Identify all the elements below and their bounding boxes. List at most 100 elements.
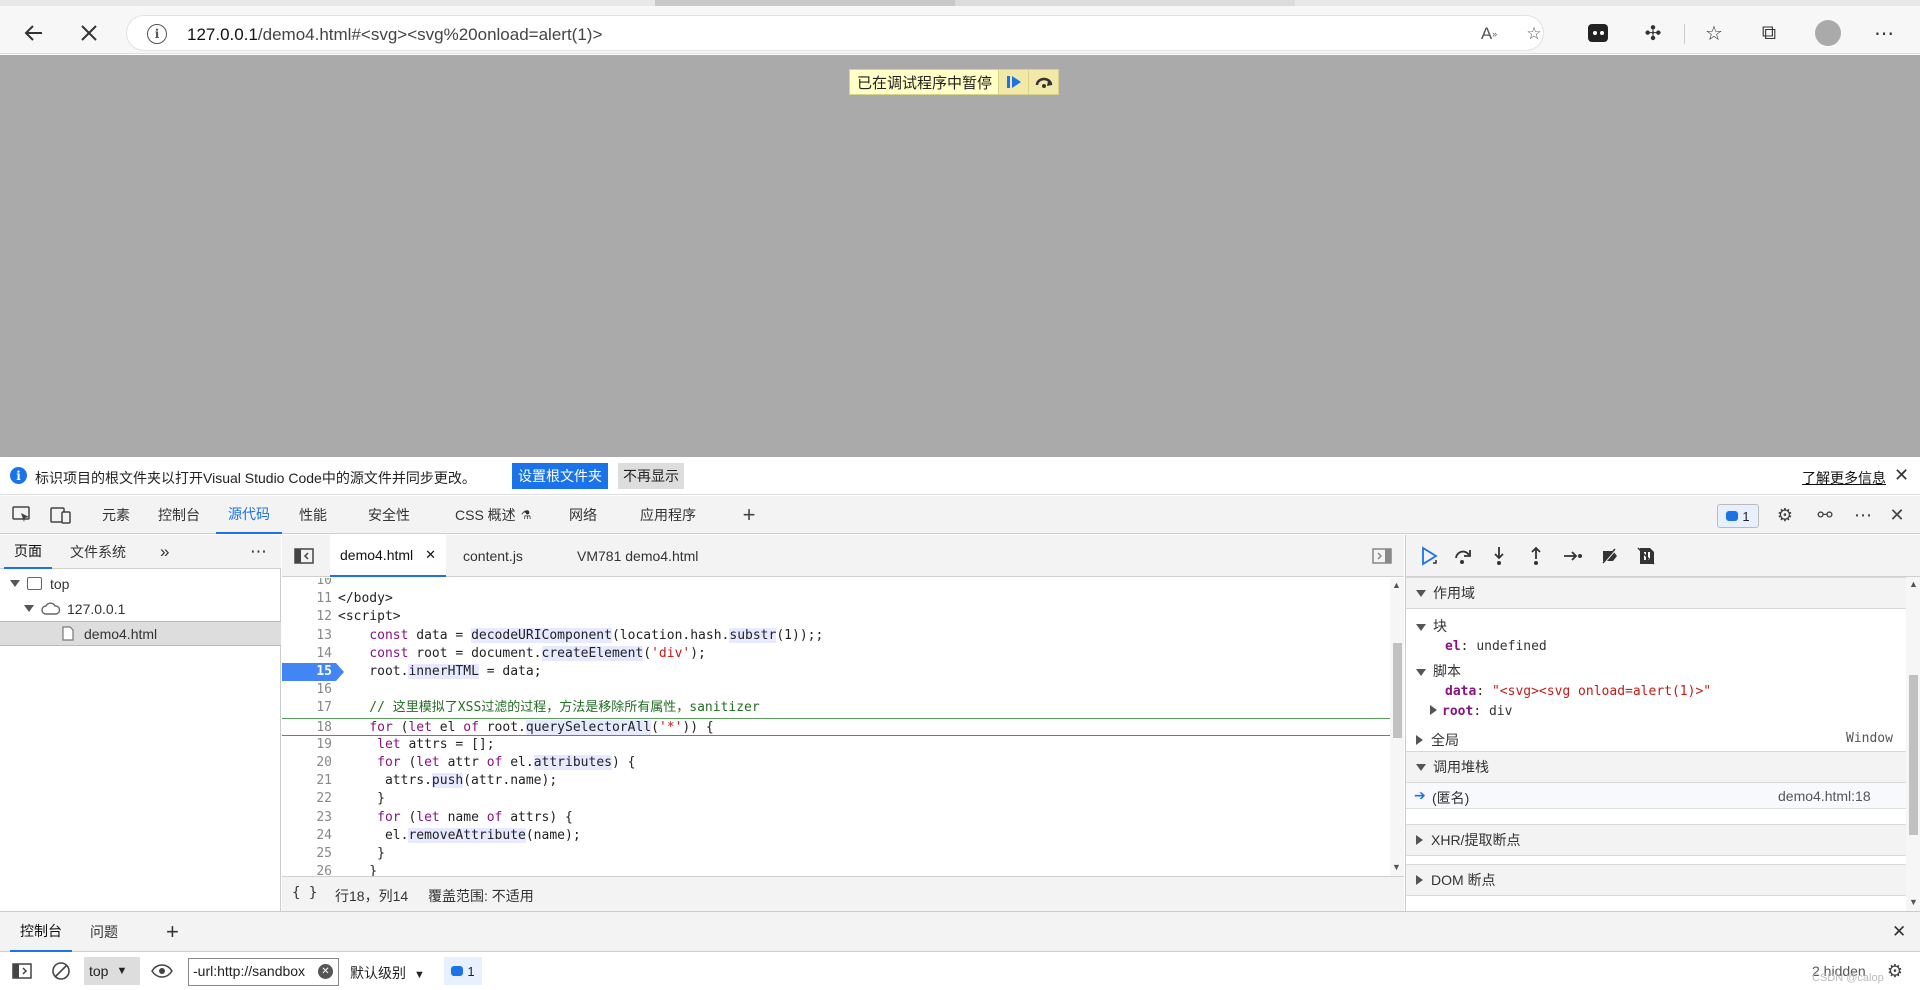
var-root[interactable]: root: div [1430,704,1512,719]
resume-icon[interactable] [998,70,1029,94]
clear-filter-icon[interactable]: ✕ [318,964,333,979]
scope-section-header[interactable]: 作用域 [1406,577,1906,609]
step-into-icon[interactable] [1485,543,1513,569]
code-line[interactable]: 18 for (let el of root.querySelectorAll(… [282,717,1390,737]
line-number[interactable]: 10 [282,578,332,590]
more-tabs-icon[interactable]: » [150,535,179,569]
close-icon[interactable]: ✕ [1894,465,1909,486]
var-data[interactable]: data: "<svg><svg onload=alert(1)>" [1445,684,1711,699]
tab-security[interactable]: 安全性 [356,496,422,534]
scrollbar-thumb[interactable] [1393,643,1402,738]
deactivate-breakpoints-icon[interactable] [1596,543,1624,569]
line-number[interactable]: 25 [282,845,332,863]
close-drawer-icon[interactable]: ✕ [1882,912,1916,952]
code-area[interactable]: 10 11 </body> 12 <script> 13 const data = dec… [282,578,1390,876]
line-number[interactable]: 17 [282,699,332,717]
learn-more-link[interactable]: 了解更多信息 [1802,468,1886,488]
inspect-element-icon[interactable] [9,503,35,527]
code-line[interactable]: 21 attrs.push(attr.name); [282,772,1390,790]
step-over-icon[interactable] [1449,543,1477,569]
code-line[interactable]: 17 // 这里模拟了XSS过滤的过程，方法是移除所有属性，sanitizer [282,699,1390,717]
favorites-icon[interactable]: ☆ [1698,17,1730,49]
scroll-up-icon[interactable]: ▲ [1909,579,1918,589]
scroll-down-icon[interactable]: ▼ [1909,897,1918,907]
code-line[interactable]: 13 const data = decodeURIComponent(locat… [282,627,1390,645]
toggle-navigator-icon[interactable] [286,535,322,577]
code-line[interactable]: 14 const root = document.createElement('… [282,645,1390,663]
line-number[interactable]: 24 [282,827,332,845]
tab-css-overview[interactable]: CSS 概述 ⚗ [443,496,543,534]
sidebar-scrollbar[interactable]: ▲ ▼ [1906,577,1920,911]
editor-tab-vm781[interactable]: VM781 demo4.html [567,535,708,577]
line-number[interactable]: 21 [282,772,332,790]
console-filter-input[interactable]: -url:http://sandbox [188,958,339,986]
code-line[interactable]: 11 </body> [282,590,1390,608]
dom-breakpoints-header[interactable]: DOM 断点 [1406,864,1906,896]
extensions-puzzle-icon[interactable]: ✣ [1637,17,1669,49]
tree-item-file[interactable]: demo4.html [0,621,281,646]
tab-page[interactable]: 页面 [4,535,52,569]
show-sidebar-icon[interactable] [9,959,35,983]
add-tab-icon[interactable]: + [156,912,189,952]
console-issues-badge[interactable]: 1 [444,957,482,985]
profile-avatar[interactable] [1812,17,1844,49]
scroll-up-icon[interactable]: ▲ [1392,580,1401,590]
tab-performance[interactable]: 性能 [287,496,339,534]
issues-badge[interactable]: 1 [1717,504,1759,528]
more-options-icon[interactable]: ⋯ [240,535,277,569]
resume-icon[interactable] [1416,543,1444,569]
line-number[interactable]: 22 [282,790,332,808]
customize-icon[interactable]: ⚯ [1812,503,1838,527]
tab-filesystem[interactable]: 文件系统 [60,535,136,569]
address-bar[interactable]: i 127.0.0.1/demo4.html#<svg><svg%20onloa… [126,15,1544,51]
code-line[interactable]: 24 el.removeAttribute(name); [282,827,1390,845]
line-number[interactable]: 23 [282,809,332,827]
code-line[interactable]: 10 [282,578,1390,590]
scope-script[interactable]: 脚本 [1416,661,1461,681]
site-info-icon[interactable]: i [147,24,167,44]
set-root-folder-button[interactable]: 设置根文件夹 [512,463,608,489]
step-out-icon[interactable] [1522,543,1550,569]
code-line[interactable]: 22 } [282,790,1390,808]
line-number[interactable]: 13 [282,627,332,645]
code-line[interactable]: 25 } [282,845,1390,863]
stop-loading-button[interactable] [72,16,106,50]
line-number[interactable]: 19 [282,736,332,754]
more-options-icon[interactable]: ⋯ [1850,503,1876,527]
drawer-tab-console[interactable]: 控制台 [10,912,72,952]
pause-on-exceptions-icon[interactable] [1632,543,1660,569]
xhr-breakpoints-header[interactable]: XHR/提取断点 [1406,824,1906,856]
tab-console[interactable]: 控制台 [146,496,212,534]
line-number[interactable]: 18 [282,719,332,737]
pretty-print-icon[interactable]: { } [292,885,317,901]
code-line[interactable]: 19 let attrs = []; [282,736,1390,754]
scroll-down-icon[interactable]: ▼ [1392,862,1401,872]
scrollbar-thumb[interactable] [1909,675,1918,835]
editor-tab-content-js[interactable]: content.js [453,535,533,577]
code-line[interactable]: 26 } [282,863,1390,876]
toggle-debugger-icon[interactable] [1362,535,1402,577]
code-line[interactable]: 16 [282,681,1390,699]
extension-icon[interactable] [1582,17,1614,49]
context-select[interactable]: top ▼ [84,957,140,985]
more-menu-icon[interactable]: ⋯ [1868,17,1900,49]
code-line[interactable]: 12 <script> [282,608,1390,626]
scope-global[interactable]: 全局 Window [1406,726,1906,750]
line-number[interactable]: 14 [282,645,332,663]
editor-scrollbar[interactable]: ▲ ▼ [1390,578,1404,876]
add-tab-icon[interactable]: + [736,502,762,527]
step-icon[interactable] [1559,543,1587,569]
tab-elements[interactable]: 元素 [90,496,142,534]
callstack-section-header[interactable]: 调用堆栈 [1406,751,1906,783]
line-number[interactable]: 12 [282,608,332,626]
line-number[interactable]: 11 [282,590,332,608]
close-devtools-icon[interactable]: ✕ [1884,503,1910,527]
clear-console-icon[interactable] [48,959,74,983]
scope-block[interactable]: 块 [1416,616,1447,636]
line-number[interactable]: 20 [282,754,332,772]
settings-gear-icon[interactable]: ⚙ [1772,503,1798,527]
code-line[interactable]: 23 for (let name of attrs) { [282,809,1390,827]
tree-item-host[interactable]: 127.0.0.1 [0,596,281,621]
log-level-select[interactable]: 默认级别 ▼ [350,963,425,983]
console-settings-gear-icon[interactable]: ⚙ [1882,959,1908,983]
